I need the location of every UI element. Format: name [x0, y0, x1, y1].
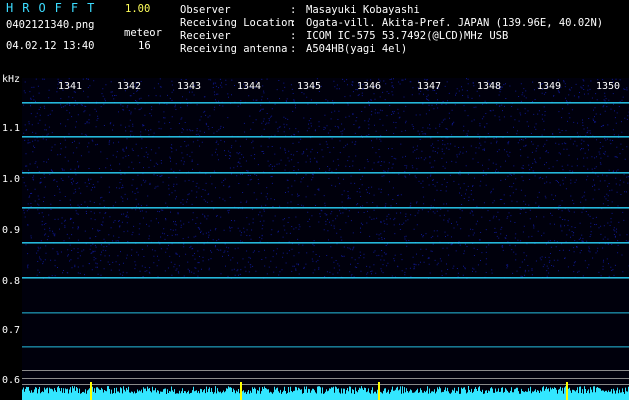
spectrogram-image [22, 78, 629, 400]
signal-line [22, 136, 629, 138]
x-tick-label: 1342 [117, 81, 142, 92]
file-name: 0402121340.png [6, 19, 95, 31]
info-value-antenna: A504HB(yagi 4el) [306, 43, 408, 55]
signal-line [22, 172, 629, 174]
y-tick-label: 0.6 [2, 375, 21, 386]
x-tick-label: 1348 [477, 81, 502, 92]
info-value-location: Ogata-vill. Akita-Pref. JAPAN (139.96E, … [306, 17, 604, 29]
signal-line [22, 242, 629, 244]
info-separator: : [290, 30, 297, 42]
meteor-count: 16 [138, 40, 151, 52]
x-tick-label: 1345 [297, 81, 322, 92]
info-key-observer: Observer [180, 4, 231, 16]
reference-line [22, 370, 629, 371]
meteor-label: meteor [124, 27, 162, 39]
info-key-location: Receiving Location [180, 17, 294, 29]
y-tick-label: 1.0 [2, 174, 21, 185]
info-key-receiver: Receiver [180, 30, 231, 42]
info-value-receiver: ICOM IC-575 53.7492(@LCD)MHz USB [306, 30, 509, 42]
info-separator: : [290, 4, 297, 16]
info-separator: : [290, 43, 297, 55]
y-tick-label: 0.8 [2, 276, 21, 287]
info-separator: : [290, 17, 297, 29]
signal-line [22, 312, 629, 314]
y-tick-label: 0.9 [2, 225, 21, 236]
y-tick-label: 1.1 [2, 123, 21, 134]
x-tick-label: 1350 [596, 81, 621, 92]
x-tick-label: 1343 [177, 81, 202, 92]
x-tick-label: 1341 [58, 81, 83, 92]
app-version: 1.00 [125, 3, 151, 15]
signal-line [22, 102, 629, 104]
app-title: HROFFT [6, 1, 104, 15]
spectrogram-panel [22, 78, 629, 400]
meteor-marker [90, 382, 92, 400]
meteor-marker [566, 382, 568, 400]
noise-speckle [22, 78, 629, 279]
info-value-observer: Masayuki Kobayashi [306, 4, 420, 16]
signal-line [22, 277, 629, 279]
x-tick-label: 1344 [237, 81, 262, 92]
x-tick-label: 1347 [417, 81, 442, 92]
info-key-antenna: Receiving antenna [180, 43, 288, 55]
signal-line [22, 346, 629, 348]
meteor-marker [378, 382, 380, 400]
reference-line [22, 378, 629, 379]
signal-line [22, 207, 629, 209]
capture-datetime: 04.02.12 13:40 [6, 40, 95, 52]
meteor-marker [240, 382, 242, 400]
x-tick-label: 1349 [537, 81, 562, 92]
x-tick-label: 1346 [357, 81, 382, 92]
y-axis-unit: kHz [2, 74, 21, 85]
level-bars [22, 386, 629, 400]
y-tick-label: 0.7 [2, 325, 21, 336]
reference-line [22, 384, 629, 385]
